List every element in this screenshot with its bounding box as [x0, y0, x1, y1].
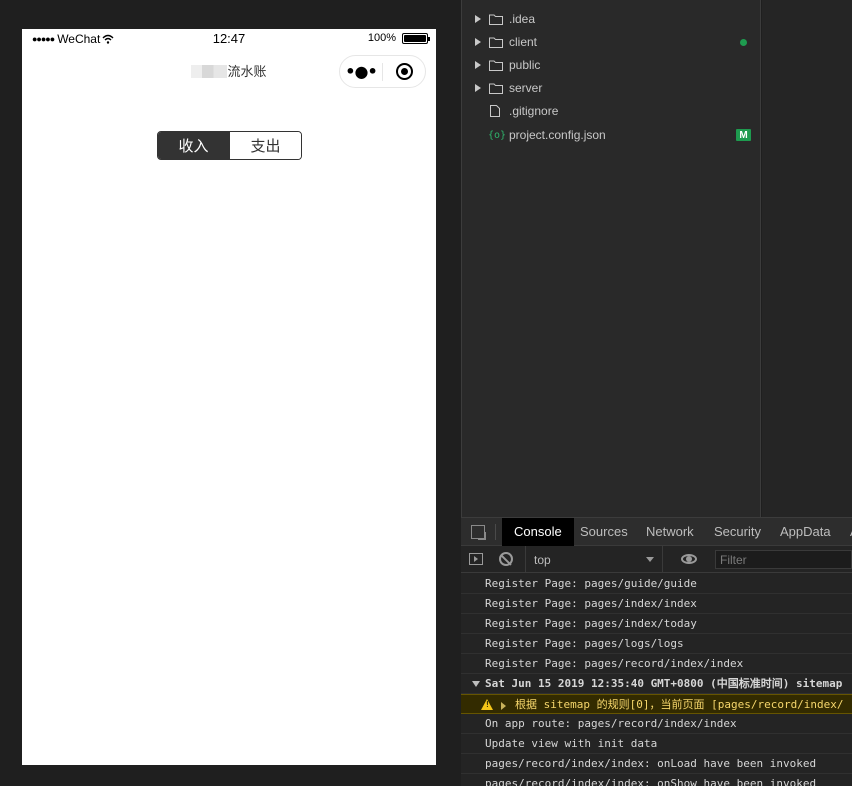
more-button[interactable]: •●• [340, 56, 382, 87]
tree-item-label: public [509, 58, 541, 72]
tab-console[interactable]: Console [502, 518, 574, 546]
git-modified-badge: M [736, 129, 751, 141]
tree-item-gitignore[interactable]: .gitignore [462, 100, 760, 122]
json-file-icon: {o} [488, 129, 507, 141]
tab-sources[interactable]: Sources [568, 518, 640, 546]
tree-item-server[interactable]: server [462, 77, 760, 99]
expand-arrow-icon[interactable] [475, 38, 481, 46]
tab-more[interactable]: A [838, 518, 852, 546]
git-modified-dot [740, 38, 747, 46]
console-line: Register Page: pages/guide/guide [461, 574, 852, 594]
tab-security[interactable]: Security [702, 518, 773, 546]
tree-item-public[interactable]: public [462, 54, 760, 76]
folder-icon [489, 14, 503, 25]
inspect-element-icon[interactable] [471, 525, 486, 540]
tab-appdata[interactable]: AppData [768, 518, 843, 546]
tree-item-client[interactable]: client [462, 31, 760, 53]
context-selector[interactable]: top [525, 546, 663, 573]
editor-area [762, 0, 852, 517]
context-value: top [534, 553, 551, 567]
expand-arrow-icon[interactable] [475, 61, 481, 69]
tree-item-label: server [509, 81, 543, 95]
tree-item-project-config[interactable]: {o} project.config.json M [462, 124, 760, 146]
target-circle-icon [395, 63, 413, 80]
status-right: 100% [367, 32, 430, 44]
file-explorer: .idea client public server .gitignore {o… [461, 0, 761, 517]
console-filter-input[interactable] [715, 550, 852, 569]
folder-icon [489, 37, 503, 48]
tree-item-label: client [509, 35, 538, 49]
console-group-text: Sat Jun 15 2019 12:35:40 GMT+0800 (中国标准时… [485, 677, 843, 690]
tab-network[interactable]: Network [634, 518, 706, 546]
console-line: Register Page: pages/index/today [461, 614, 852, 634]
console-line: Update view with init data [461, 734, 852, 754]
income-expense-segment: 收入 支出 [157, 131, 302, 160]
devtools-tab-bar: Console Sources Network Security AppData… [461, 518, 852, 546]
navigation-bar: 流水账 •●• [22, 49, 436, 93]
console-line: Register Page: pages/index/index [461, 594, 852, 614]
expand-arrow-icon[interactable] [475, 15, 481, 23]
console-warning-text: 根据 sitemap 的规则[0]，当前页面 [pages/record/ind… [515, 698, 844, 711]
console-line: pages/record/index/index: onShow have be… [461, 774, 852, 786]
live-expression-eye-icon[interactable] [681, 554, 697, 564]
collapse-arrow-icon[interactable] [472, 681, 480, 687]
status-bar: ●●●●● WeChat 12:47 100% [22, 29, 436, 49]
close-miniprogram-button[interactable] [383, 56, 425, 87]
segment-income[interactable]: 收入 [158, 132, 229, 159]
clear-console-icon[interactable] [499, 552, 513, 566]
page-title-text: 流水账 [227, 65, 267, 80]
menu-capsule: •●• [339, 55, 426, 88]
tree-item-label: .gitignore [509, 104, 559, 118]
console-line: On app route: pages/record/index/index [461, 714, 852, 734]
expand-arrow-icon[interactable] [501, 702, 506, 710]
console-group-header[interactable]: Sat Jun 15 2019 12:35:40 GMT+0800 (中国标准时… [461, 674, 852, 694]
battery-percent: 100% [367, 32, 396, 44]
console-warning[interactable]: 根据 sitemap 的规则[0]，当前页面 [pages/record/ind… [461, 694, 852, 714]
console-line: Register Page: pages/logs/logs [461, 634, 852, 654]
segment-expense[interactable]: 支出 [229, 132, 301, 159]
dropdown-arrow-icon [646, 557, 654, 562]
console-toolbar: top [461, 546, 852, 573]
expand-arrow-icon[interactable] [475, 84, 481, 92]
tree-item-idea[interactable]: .idea [462, 8, 760, 30]
console-output: Register Page: pages/guide/guide Registe… [461, 574, 852, 786]
folder-icon [489, 83, 503, 94]
tree-item-label: project.config.json [509, 128, 606, 142]
tree-item-label: .idea [509, 12, 536, 26]
battery-icon [402, 32, 430, 44]
warning-icon [481, 699, 493, 710]
file-icon [490, 105, 500, 117]
redacted-mask [191, 65, 228, 78]
folder-icon [489, 60, 503, 71]
console-line: Register Page: pages/record/index/index [461, 654, 852, 674]
console-line: pages/record/index/index: onLoad have be… [461, 754, 852, 774]
show-sidebar-icon[interactable] [469, 553, 483, 565]
more-dots-icon: •●• [345, 62, 377, 81]
devtools-panel: Console Sources Network Security AppData… [461, 517, 852, 786]
simulator-screen: ●●●●● WeChat 12:47 100% 流水账 •●• 收入 支出 [22, 29, 436, 765]
tab-divider [495, 524, 496, 540]
